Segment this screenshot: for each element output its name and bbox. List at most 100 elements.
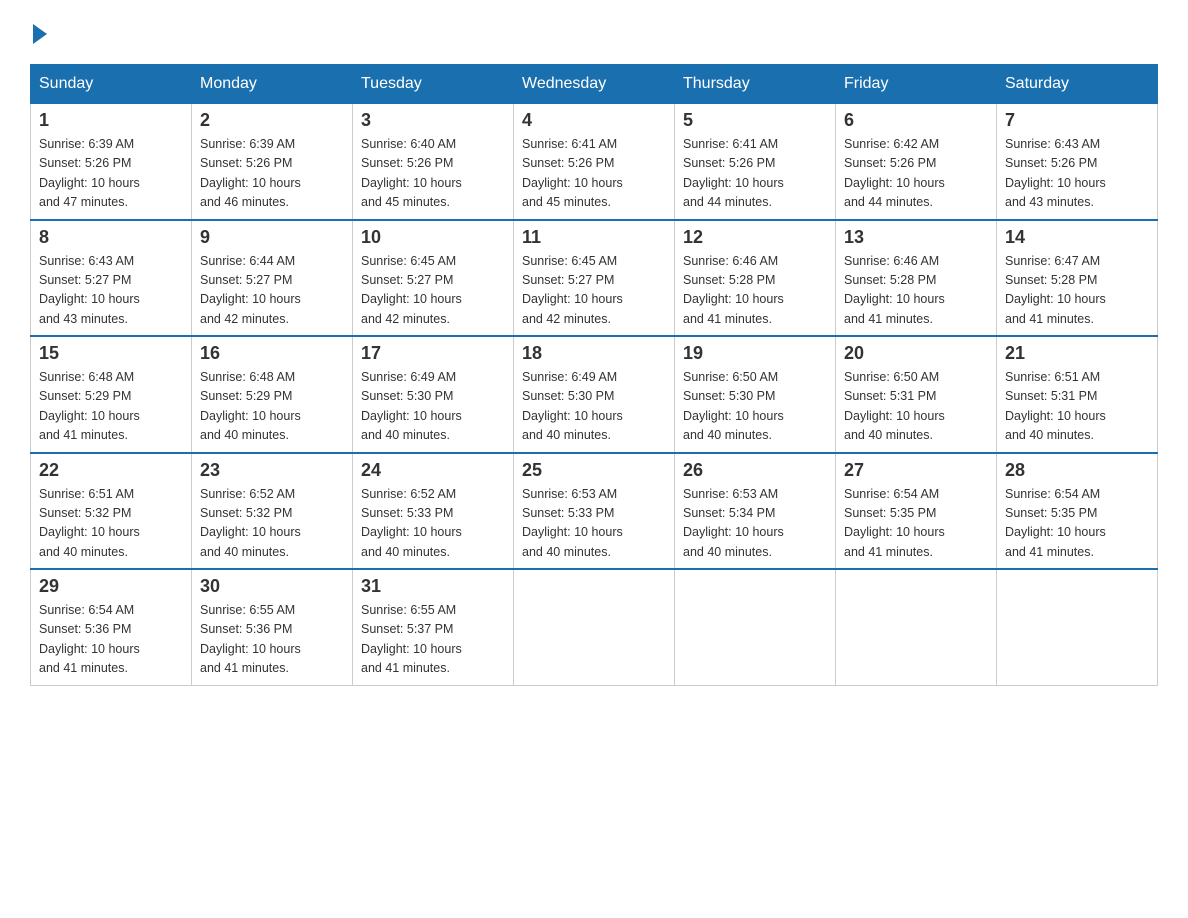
- calendar-day-cell: 26 Sunrise: 6:53 AMSunset: 5:34 PMDayligh…: [675, 453, 836, 570]
- calendar-day-cell: 13 Sunrise: 6:46 AMSunset: 5:28 PMDayligh…: [836, 220, 997, 337]
- day-info: Sunrise: 6:48 AMSunset: 5:29 PMDaylight:…: [200, 368, 344, 446]
- weekday-header-sunday: Sunday: [31, 65, 192, 104]
- day-number: 15: [39, 343, 183, 364]
- calendar-week-row: 29 Sunrise: 6:54 AMSunset: 5:36 PMDayligh…: [31, 569, 1158, 685]
- logo: [30, 20, 47, 44]
- weekday-header-friday: Friday: [836, 65, 997, 104]
- day-number: 27: [844, 460, 988, 481]
- calendar-day-cell: 25 Sunrise: 6:53 AMSunset: 5:33 PMDayligh…: [514, 453, 675, 570]
- day-number: 16: [200, 343, 344, 364]
- day-number: 1: [39, 110, 183, 131]
- day-number: 8: [39, 227, 183, 248]
- day-number: 20: [844, 343, 988, 364]
- calendar-day-cell: 5 Sunrise: 6:41 AMSunset: 5:26 PMDaylight…: [675, 104, 836, 220]
- calendar-day-cell: 22 Sunrise: 6:51 AMSunset: 5:32 PMDayligh…: [31, 453, 192, 570]
- day-info: Sunrise: 6:46 AMSunset: 5:28 PMDaylight:…: [683, 252, 827, 330]
- day-number: 3: [361, 110, 505, 131]
- empty-cell: [675, 569, 836, 685]
- empty-cell: [514, 569, 675, 685]
- day-info: Sunrise: 6:54 AMSunset: 5:35 PMDaylight:…: [1005, 485, 1149, 563]
- day-number: 17: [361, 343, 505, 364]
- day-number: 7: [1005, 110, 1149, 131]
- calendar-week-row: 1 Sunrise: 6:39 AMSunset: 5:26 PMDaylight…: [31, 104, 1158, 220]
- day-info: Sunrise: 6:44 AMSunset: 5:27 PMDaylight:…: [200, 252, 344, 330]
- day-info: Sunrise: 6:48 AMSunset: 5:29 PMDaylight:…: [39, 368, 183, 446]
- day-info: Sunrise: 6:41 AMSunset: 5:26 PMDaylight:…: [683, 135, 827, 213]
- day-info: Sunrise: 6:45 AMSunset: 5:27 PMDaylight:…: [522, 252, 666, 330]
- calendar-day-cell: 15 Sunrise: 6:48 AMSunset: 5:29 PMDayligh…: [31, 336, 192, 453]
- empty-cell: [836, 569, 997, 685]
- calendar-day-cell: 11 Sunrise: 6:45 AMSunset: 5:27 PMDayligh…: [514, 220, 675, 337]
- calendar-day-cell: 23 Sunrise: 6:52 AMSunset: 5:32 PMDayligh…: [192, 453, 353, 570]
- calendar-day-cell: 8 Sunrise: 6:43 AMSunset: 5:27 PMDaylight…: [31, 220, 192, 337]
- page-header: [30, 20, 1158, 44]
- calendar-day-cell: 7 Sunrise: 6:43 AMSunset: 5:26 PMDaylight…: [997, 104, 1158, 220]
- calendar-day-cell: 24Sunrise: 6:52 AMSunset: 5:33 PMDayligh…: [353, 453, 514, 570]
- day-info: Sunrise: 6:46 AMSunset: 5:28 PMDaylight:…: [844, 252, 988, 330]
- day-info: Sunrise: 6:39 AMSunset: 5:26 PMDaylight:…: [39, 135, 183, 213]
- calendar-day-cell: 17Sunrise: 6:49 AMSunset: 5:30 PMDayligh…: [353, 336, 514, 453]
- day-info: Sunrise: 6:43 AMSunset: 5:26 PMDaylight:…: [1005, 135, 1149, 213]
- day-info: Sunrise: 6:54 AMSunset: 5:36 PMDaylight:…: [39, 601, 183, 679]
- day-info: Sunrise: 6:55 AMSunset: 5:36 PMDaylight:…: [200, 601, 344, 679]
- day-number: 31: [361, 576, 505, 597]
- day-info: Sunrise: 6:52 AMSunset: 5:33 PMDaylight:…: [361, 485, 505, 563]
- day-info: Sunrise: 6:40 AMSunset: 5:26 PMDaylight:…: [361, 135, 505, 213]
- weekday-header-wednesday: Wednesday: [514, 65, 675, 104]
- day-number: 19: [683, 343, 827, 364]
- day-number: 5: [683, 110, 827, 131]
- calendar-day-cell: 30 Sunrise: 6:55 AMSunset: 5:36 PMDayligh…: [192, 569, 353, 685]
- weekday-header-thursday: Thursday: [675, 65, 836, 104]
- day-info: Sunrise: 6:51 AMSunset: 5:32 PMDaylight:…: [39, 485, 183, 563]
- day-number: 2: [200, 110, 344, 131]
- day-info: Sunrise: 6:50 AMSunset: 5:30 PMDaylight:…: [683, 368, 827, 446]
- day-info: Sunrise: 6:43 AMSunset: 5:27 PMDaylight:…: [39, 252, 183, 330]
- day-number: 14: [1005, 227, 1149, 248]
- day-info: Sunrise: 6:54 AMSunset: 5:35 PMDaylight:…: [844, 485, 988, 563]
- calendar-week-row: 15 Sunrise: 6:48 AMSunset: 5:29 PMDayligh…: [31, 336, 1158, 453]
- calendar-day-cell: 10 Sunrise: 6:45 AMSunset: 5:27 PMDayligh…: [353, 220, 514, 337]
- day-number: 11: [522, 227, 666, 248]
- calendar-day-cell: 27 Sunrise: 6:54 AMSunset: 5:35 PMDayligh…: [836, 453, 997, 570]
- day-info: Sunrise: 6:41 AMSunset: 5:26 PMDaylight:…: [522, 135, 666, 213]
- calendar-week-row: 8 Sunrise: 6:43 AMSunset: 5:27 PMDaylight…: [31, 220, 1158, 337]
- calendar-day-cell: 18Sunrise: 6:49 AMSunset: 5:30 PMDayligh…: [514, 336, 675, 453]
- day-number: 9: [200, 227, 344, 248]
- calendar-day-cell: 1 Sunrise: 6:39 AMSunset: 5:26 PMDaylight…: [31, 104, 192, 220]
- day-number: 22: [39, 460, 183, 481]
- calendar-day-cell: 21Sunrise: 6:51 AMSunset: 5:31 PMDayligh…: [997, 336, 1158, 453]
- weekday-header-saturday: Saturday: [997, 65, 1158, 104]
- day-number: 29: [39, 576, 183, 597]
- day-number: 26: [683, 460, 827, 481]
- day-number: 30: [200, 576, 344, 597]
- day-info: Sunrise: 6:42 AMSunset: 5:26 PMDaylight:…: [844, 135, 988, 213]
- calendar-day-cell: 9 Sunrise: 6:44 AMSunset: 5:27 PMDaylight…: [192, 220, 353, 337]
- day-number: 13: [844, 227, 988, 248]
- day-info: Sunrise: 6:53 AMSunset: 5:33 PMDaylight:…: [522, 485, 666, 563]
- day-info: Sunrise: 6:53 AMSunset: 5:34 PMDaylight:…: [683, 485, 827, 563]
- day-info: Sunrise: 6:45 AMSunset: 5:27 PMDaylight:…: [361, 252, 505, 330]
- calendar-day-cell: 31 Sunrise: 6:55 AMSunset: 5:37 PMDayligh…: [353, 569, 514, 685]
- empty-cell: [997, 569, 1158, 685]
- calendar-day-cell: 16 Sunrise: 6:48 AMSunset: 5:29 PMDayligh…: [192, 336, 353, 453]
- calendar-day-cell: 3 Sunrise: 6:40 AMSunset: 5:26 PMDaylight…: [353, 104, 514, 220]
- day-number: 23: [200, 460, 344, 481]
- day-number: 21: [1005, 343, 1149, 364]
- calendar-day-cell: 12 Sunrise: 6:46 AMSunset: 5:28 PMDayligh…: [675, 220, 836, 337]
- day-number: 10: [361, 227, 505, 248]
- day-info: Sunrise: 6:52 AMSunset: 5:32 PMDaylight:…: [200, 485, 344, 563]
- calendar-day-cell: 29 Sunrise: 6:54 AMSunset: 5:36 PMDayligh…: [31, 569, 192, 685]
- calendar-table: SundayMondayTuesdayWednesdayThursdayFrid…: [30, 64, 1158, 686]
- calendar-day-cell: 4Sunrise: 6:41 AMSunset: 5:26 PMDaylight…: [514, 104, 675, 220]
- day-number: 28: [1005, 460, 1149, 481]
- day-info: Sunrise: 6:39 AMSunset: 5:26 PMDaylight:…: [200, 135, 344, 213]
- day-number: 25: [522, 460, 666, 481]
- calendar-day-cell: 2 Sunrise: 6:39 AMSunset: 5:26 PMDaylight…: [192, 104, 353, 220]
- day-info: Sunrise: 6:55 AMSunset: 5:37 PMDaylight:…: [361, 601, 505, 679]
- weekday-header-monday: Monday: [192, 65, 353, 104]
- day-number: 6: [844, 110, 988, 131]
- day-number: 12: [683, 227, 827, 248]
- weekday-header-tuesday: Tuesday: [353, 65, 514, 104]
- day-info: Sunrise: 6:50 AMSunset: 5:31 PMDaylight:…: [844, 368, 988, 446]
- calendar-week-row: 22 Sunrise: 6:51 AMSunset: 5:32 PMDayligh…: [31, 453, 1158, 570]
